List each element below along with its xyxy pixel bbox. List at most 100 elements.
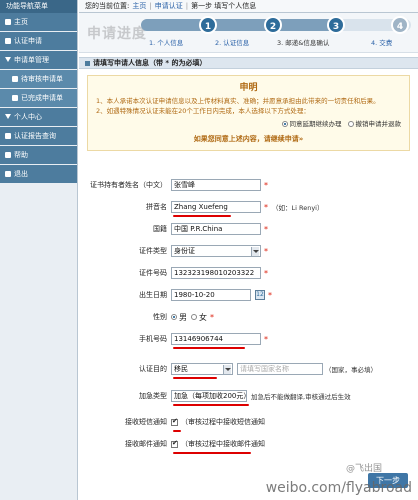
sidebar-item-label: 主页 [14,18,28,26]
sidebar-item-label: 退出 [14,170,28,178]
declaration-line-2: 2、如遇特殊情况认证未能在20个工作日内完成，本人选择以下方式处理： [96,107,310,115]
row-purpose: 认证目的 移民 请填写国家名称 （国家，事必填） [79,362,418,376]
list-icon [12,95,18,101]
sidebar-item-pending[interactable]: 待审核申请单 [0,70,77,89]
sidebar-item-report[interactable]: 认证报告查询 [0,127,77,146]
row-id-type: 证件类型 身份证 * [79,244,418,258]
pinyin-input[interactable]: Zhang Xuefeng [171,201,261,213]
row-country: 国籍 中国 P.R.China * [79,222,418,236]
sidebar-item-label: 认证申请 [14,37,42,45]
sidebar-item-applications[interactable]: 申请单管理 [0,51,77,70]
birth-date-label: 出生日期 [139,291,167,299]
id-type-select[interactable]: 身份证 [171,245,261,257]
sidebar-item-label: 个人中心 [14,113,42,121]
sidebar-item-logout[interactable]: 退出 [0,165,77,184]
expand-icon [5,57,11,62]
progress-fill [141,19,341,31]
option-refund[interactable]: 撤销申请并退款 [347,118,402,128]
sidebar-item-home[interactable]: 主页 [0,13,77,32]
option-continue[interactable]: 同意延期继续办理 [281,118,342,128]
step-3-marker: 3 [327,16,345,34]
pinyin-hint: （如：Li Renyi） [272,204,324,212]
calendar-icon[interactable]: 12 [255,290,265,300]
breadcrumb-section-link[interactable]: 申请认证 [155,1,183,11]
breadcrumb-home-link[interactable]: 主页 [132,1,146,11]
required-mark: * [264,246,268,256]
urgent-label: 加急类型 [139,392,167,400]
email-checkbox[interactable] [171,439,178,448]
step-4-label: 4. 交费 [371,39,393,47]
sidebar-item-label: 帮助 [14,151,28,159]
annotation-underline [173,347,245,349]
row-gender: 性别 男 女 * [79,310,418,324]
breadcrumb: 您的当前位置: 主页 | 申请认证 | 第一步 填写个人信息 [79,0,418,13]
gender-female-option[interactable]: 女 [191,312,207,323]
sms-checkbox[interactable] [171,417,178,426]
row-cert-name: 证书持有者姓名（中文） 张雪峰 * [79,178,418,192]
pinyin-label: 拼音名 [146,203,167,211]
row-email: 接收邮件通知 （审核过程中接收邮件通知 [79,437,418,451]
gender-male-option[interactable]: 男 [171,312,187,323]
id-number-input[interactable]: 132323198010203322 [171,267,261,279]
sms-label: 接收短信通知 [125,418,167,426]
purpose-label: 认证目的 [139,365,167,373]
radio-button[interactable] [171,314,177,320]
declaration-title: 申明 [239,83,258,93]
chevron-down-icon [223,364,231,374]
urgent-hint: 加急后不能做翻译,审核通过后生效 [251,393,351,401]
section-bullet-icon [85,60,90,66]
step-1-label[interactable]: 1. 个人信息 [149,37,183,47]
sidebar-item-completed[interactable]: 已完成申请单 [0,89,77,108]
chevron-down-icon [251,246,259,256]
country-label: 国籍 [153,225,167,233]
breadcrumb-separator: | [185,2,189,10]
list-icon [12,76,18,82]
sidebar-item-apply[interactable]: 认证申请 [0,32,77,51]
annotation-underline [173,377,217,379]
purpose-select[interactable]: 移民 [171,363,233,375]
row-mobile: 手机号码 13146906744 * [79,332,418,346]
progress-panel: 申请进度 1 2 3 4 1. 个人信息 2. 认证信息 3. 邮递&信息确认 … [79,13,418,53]
watermark-url: weibo.com/flyabroad [265,480,412,496]
required-mark: * [264,334,268,344]
id-type-value: 身份证 [174,247,195,255]
gender-female-label: 女 [199,312,207,322]
option-refund-label: 撤销申请并退款 [355,120,402,128]
required-mark: * [264,268,268,278]
required-mark: * [264,180,268,190]
option-continue-label: 同意延期继续办理 [289,120,342,128]
step-3-label: 3. 邮递&信息确认 [277,39,330,47]
sidebar-item-profile[interactable]: 个人中心 [0,108,77,127]
birth-date-input[interactable]: 1980-10-20 [171,289,251,301]
document-icon [5,38,11,44]
radio-button[interactable] [191,314,197,320]
nationality-input[interactable]: 中国 P.R.China [171,223,261,235]
mobile-input[interactable]: 13146906744 [171,333,261,345]
progress-title: 申请进度 [87,26,147,42]
breadcrumb-current: 第一步 填写个人信息 [191,2,257,10]
urgent-select[interactable]: 加急（每项加收200元） [171,390,247,402]
radio-button[interactable] [281,121,288,127]
destination-country-input[interactable]: 请填写国家名称 [237,363,323,375]
sms-text: （审核过程中接收短信通知 [181,418,265,426]
id-type-label: 证件类型 [139,247,167,255]
step-2-marker: 2 [264,16,282,34]
sidebar: 功能导航菜单 主页 认证申请 申请单管理 待审核申请单 已完成申请单 个人中心 … [0,0,78,500]
step-1-marker: 1 [199,16,217,34]
delay-options: 同意延期继续办理 撤销申请并退款 [96,118,401,128]
breadcrumb-separator: | [149,2,152,10]
cert-name-label: 证书持有者姓名（中文） [90,181,167,189]
expand-icon [5,114,11,119]
urgent-value: 加急（每项加收200元） [174,392,247,400]
sidebar-item-help[interactable]: 帮助 [0,146,77,165]
row-id-number: 证件号码 132323198010203322 * [79,266,418,280]
step-2-label[interactable]: 2. 认证信息 [215,37,249,47]
sidebar-item-label: 认证报告查询 [14,132,56,140]
sidebar-item-label: 已完成申请单 [21,94,63,102]
breadcrumb-prefix: 您的当前位置: [85,2,130,10]
radio-button[interactable] [347,121,354,127]
cert-name-input[interactable]: 张雪峰 [171,179,261,191]
annotation-underline [173,215,231,217]
help-icon [5,152,11,158]
row-urgent: 加急类型 加急（每项加收200元） 加急后不能做翻译,审核通过后生效 [79,389,418,403]
